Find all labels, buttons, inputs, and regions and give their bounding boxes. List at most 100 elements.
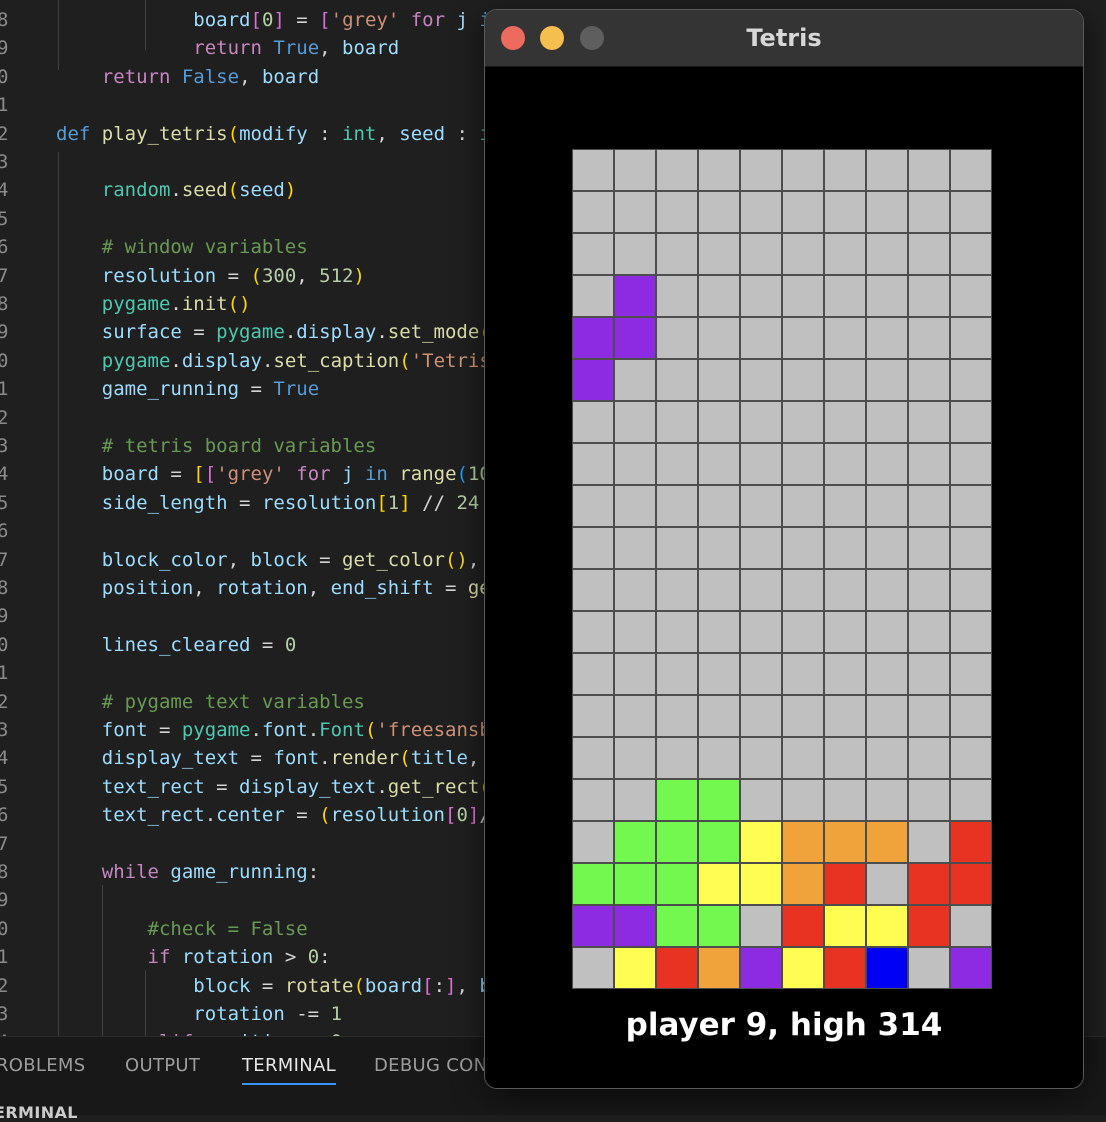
block-cell — [782, 905, 824, 947]
empty-cell — [950, 485, 992, 527]
block-cell — [614, 905, 656, 947]
empty-cell — [656, 653, 698, 695]
game-canvas[interactable]: player 9, high 314 — [485, 67, 1083, 1088]
block-cell — [740, 821, 782, 863]
code-line[interactable]: lines_cleared = 0 — [56, 631, 297, 659]
code-line[interactable]: position, rotation, end_shift = get — [56, 574, 502, 602]
line-number: 2 — [0, 974, 9, 997]
block-cell — [782, 947, 824, 989]
empty-cell — [698, 653, 740, 695]
code-line[interactable]: font = pygame.font.Font('freesansbo — [56, 716, 502, 744]
code-line[interactable]: pygame.init() — [56, 290, 251, 318]
empty-cell — [572, 401, 614, 443]
code-line[interactable]: board[0] = ['grey' for j in — [56, 6, 502, 34]
empty-cell — [572, 611, 614, 653]
code-line[interactable]: return True, board — [56, 34, 399, 62]
empty-cell — [740, 527, 782, 569]
code-line[interactable]: side_length = resolution[1] // 24 — [56, 489, 480, 517]
code-line[interactable]: random.seed(seed) — [56, 176, 297, 204]
empty-cell — [824, 569, 866, 611]
empty-cell — [866, 695, 908, 737]
empty-cell — [950, 779, 992, 821]
empty-cell — [698, 695, 740, 737]
empty-cell — [950, 527, 992, 569]
empty-cell — [656, 275, 698, 317]
empty-cell — [950, 233, 992, 275]
empty-cell — [572, 653, 614, 695]
block-cell — [698, 821, 740, 863]
code-line[interactable]: while game_running: — [56, 858, 319, 886]
block-cell — [740, 947, 782, 989]
empty-cell — [782, 737, 824, 779]
empty-cell — [656, 527, 698, 569]
empty-cell — [656, 401, 698, 443]
empty-cell — [740, 737, 782, 779]
line-number: 2 — [0, 406, 9, 429]
empty-cell — [740, 611, 782, 653]
empty-cell — [698, 569, 740, 611]
line-number: 2 — [0, 690, 9, 713]
window-titlebar[interactable]: Tetris — [485, 10, 1083, 67]
empty-cell — [698, 527, 740, 569]
tab-debug-console[interactable]: DEBUG CON — [374, 1055, 487, 1076]
code-line[interactable]: # tetris board variables — [56, 432, 377, 460]
line-number: 8 — [0, 293, 9, 315]
empty-cell — [572, 947, 614, 989]
code-line[interactable]: text_rect = display_text.get_rect() — [56, 773, 502, 801]
empty-cell — [950, 317, 992, 359]
empty-cell — [614, 653, 656, 695]
block-cell — [656, 779, 698, 821]
empty-cell — [740, 653, 782, 695]
empty-cell — [614, 401, 656, 443]
code-line[interactable]: if rotation > 0: — [56, 943, 331, 971]
code-line[interactable]: def play_tetris(modify : int, seed : in — [56, 120, 502, 148]
code-line[interactable]: # pygame text variables — [56, 688, 365, 716]
tetris-window[interactable]: Tetris player 9, high 314 — [485, 10, 1083, 1088]
empty-cell — [698, 275, 740, 317]
block-cell — [698, 863, 740, 905]
block-cell — [782, 821, 824, 863]
empty-cell — [614, 611, 656, 653]
line-number: 1 — [0, 946, 9, 969]
block-cell — [950, 821, 992, 863]
empty-cell — [614, 359, 656, 401]
tab-output[interactable]: OUTPUT — [125, 1055, 200, 1076]
code-line[interactable]: board = [['grey' for j in range(10) — [56, 460, 503, 488]
empty-cell — [698, 443, 740, 485]
empty-cell — [572, 275, 614, 317]
tab-terminal[interactable]: TERMINAL — [242, 1055, 336, 1076]
empty-cell — [950, 401, 992, 443]
code-line[interactable]: pygame.display.set_caption('Tetris' — [56, 347, 502, 375]
tab-problems[interactable]: ROBLEMS — [0, 1055, 85, 1076]
block-cell — [824, 947, 866, 989]
empty-cell — [908, 527, 950, 569]
line-number: 5 — [0, 775, 9, 798]
code-line[interactable]: text_rect.center = (resolution[0]// — [56, 801, 502, 829]
code-line[interactable]: display_text = font.render(title, T — [56, 744, 502, 772]
code-line[interactable]: return False, board — [56, 63, 319, 91]
empty-cell — [908, 695, 950, 737]
block-cell — [950, 947, 992, 989]
code-line[interactable]: elif position > 0 — [56, 1028, 343, 1036]
line-number: 1 — [0, 378, 9, 401]
code-line[interactable]: surface = pygame.display.set_mode(r — [56, 318, 502, 346]
code-line[interactable]: resolution = (300, 512) — [56, 262, 365, 290]
code-line[interactable]: #check = False — [56, 915, 308, 943]
indent-guide — [58, 0, 59, 70]
empty-cell — [866, 611, 908, 653]
empty-cell — [698, 149, 740, 191]
code-line[interactable]: rotation -= 1 — [56, 1000, 342, 1028]
empty-cell — [656, 443, 698, 485]
block-cell — [740, 863, 782, 905]
code-line[interactable]: game_running = True — [56, 375, 319, 403]
code-line[interactable]: block_color, block = get_color(), g — [56, 546, 502, 574]
code-line[interactable]: # window variables — [56, 233, 308, 261]
empty-cell — [866, 569, 908, 611]
empty-cell — [614, 443, 656, 485]
line-number: 1 — [0, 662, 9, 685]
code-line[interactable]: block = rotate(board[:], bl — [56, 972, 502, 1000]
empty-cell — [782, 191, 824, 233]
empty-cell — [908, 821, 950, 863]
empty-cell — [740, 443, 782, 485]
line-number: 6 — [0, 804, 9, 827]
